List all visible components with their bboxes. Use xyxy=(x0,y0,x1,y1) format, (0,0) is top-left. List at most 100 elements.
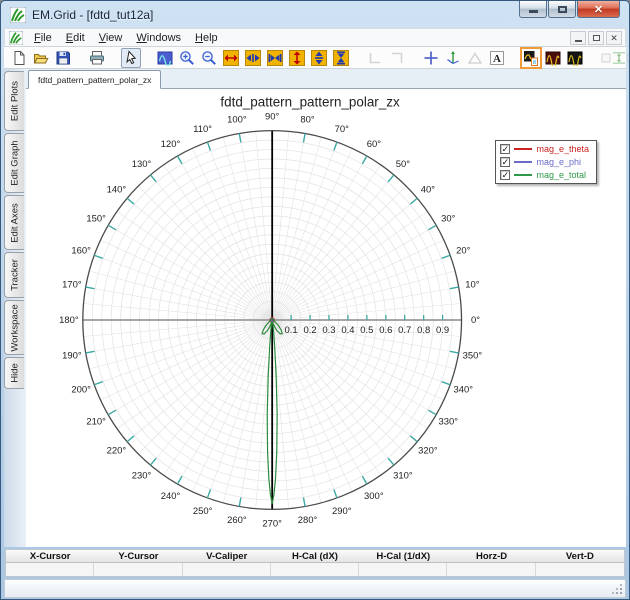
zoom-in-button[interactable] xyxy=(177,48,197,68)
angle-tick xyxy=(333,141,338,151)
mdi-restore-button[interactable] xyxy=(588,31,604,45)
angle-tick xyxy=(206,141,212,151)
zoom-in-icon xyxy=(180,50,194,65)
polar-plot-area[interactable]: 0° 10° 20° 30° 40° 50° 60° 70° 80° 90° 100° 110° 120… xyxy=(26,89,626,547)
readout-column-header: Horz-D xyxy=(475,550,508,562)
angle-label: 90° xyxy=(265,112,280,123)
radial-label: 0.1 xyxy=(285,325,298,336)
readout-column-header: Vert-D xyxy=(565,550,594,562)
stretch-y-out-button[interactable] xyxy=(309,48,329,68)
legend-line-swatch xyxy=(514,161,533,163)
sidebar-tab-strip: Edit Plots Edit Graph Edit Axes Tracker Work… xyxy=(4,69,26,547)
angle-tick xyxy=(333,489,338,499)
print-button[interactable] xyxy=(87,48,107,68)
document-tab-bar: fdtd_pattern_pattern_polar_zx xyxy=(26,69,626,89)
layers-highlight-button[interactable] xyxy=(520,46,542,69)
angle-tick xyxy=(441,254,451,259)
new-document-button[interactable] xyxy=(9,48,29,68)
angle-label: 130° xyxy=(132,159,152,170)
angle-tick xyxy=(107,409,117,416)
sidebar-tab-edit-axes[interactable]: Edit Axes xyxy=(4,195,24,250)
zoom-fit-button[interactable] xyxy=(155,48,175,68)
title-bar: EM.Grid - [fdtd_tut12a] ✕ xyxy=(4,1,626,28)
stretch-y-in-button[interactable] xyxy=(331,48,351,68)
triangle-marker-icon xyxy=(467,51,483,64)
angle-tick xyxy=(126,435,135,443)
waveform-dark-button[interactable] xyxy=(565,48,585,68)
radial-label: 0.5 xyxy=(360,325,373,336)
angle-label: 10° xyxy=(465,280,480,291)
save-file-button[interactable] xyxy=(53,48,73,68)
readout-value-cell xyxy=(94,563,183,576)
sidebar-tab-label: Workspace xyxy=(9,303,20,352)
sidebar-tab-label: Edit Axes xyxy=(9,202,20,243)
angle-tick xyxy=(149,457,157,466)
menu-item-edit[interactable]: Edit xyxy=(59,31,92,45)
new-document-icon xyxy=(14,50,25,65)
stretch-x-in-button[interactable] xyxy=(265,48,285,68)
sidebar-tab-edit-plots[interactable]: Edit Plots xyxy=(4,71,24,131)
angle-label: 290° xyxy=(332,506,352,517)
expand-y-button[interactable] xyxy=(287,48,307,68)
radial-label: 0.2 xyxy=(303,325,316,336)
minimize-button[interactable] xyxy=(519,1,547,18)
angle-tick xyxy=(361,475,368,485)
resize-grip-icon[interactable] xyxy=(620,592,622,594)
crosshair-button[interactable] xyxy=(421,48,441,68)
legend-checkbox[interactable]: ✓ xyxy=(500,157,511,167)
legend-checkbox[interactable]: ✓ xyxy=(500,170,511,180)
axes-button[interactable] xyxy=(443,48,463,68)
angle-tick xyxy=(449,350,459,354)
app-logo-icon xyxy=(9,6,27,23)
toolbar: A Layout xyxy=(4,46,629,69)
sidebar-tab-label: Tracker xyxy=(9,259,20,291)
waveform-dark-icon xyxy=(567,51,583,66)
sidebar-tab-tracker[interactable]: Tracker xyxy=(4,252,24,298)
chart-title: fdtd_pattern_pattern_polar_zx xyxy=(220,95,400,110)
triangle-marker-button xyxy=(465,48,485,68)
stretch-y-out-icon xyxy=(311,49,327,66)
legend-entry: ✓ mag_e_phi xyxy=(500,157,589,167)
angle-label: 20° xyxy=(456,245,471,256)
zoom-out-button[interactable] xyxy=(199,48,219,68)
menu-bar: File Edit View Windows Help ✕ xyxy=(4,28,626,47)
sidebar-tab-hide[interactable]: Hide xyxy=(4,357,24,389)
angle-label: 40° xyxy=(421,184,436,195)
readout-value-cell xyxy=(6,563,95,576)
menu-item-help[interactable]: Help xyxy=(188,31,225,45)
angle-tick xyxy=(107,224,117,231)
angle-tick xyxy=(238,133,242,143)
close-button[interactable]: ✕ xyxy=(577,1,620,18)
pointer-select-button[interactable] xyxy=(121,47,141,68)
sidebar-tab-edit-graph[interactable]: Edit Graph xyxy=(4,133,24,193)
angle-label: 140° xyxy=(107,184,127,195)
readout-column-header: X-Cursor xyxy=(29,550,71,562)
angle-tick xyxy=(206,489,212,499)
sidebar-tab-workspace[interactable]: Workspace xyxy=(4,300,24,355)
angle-label: 350° xyxy=(463,350,483,361)
pointer-select-icon xyxy=(126,49,137,64)
open-file-button[interactable] xyxy=(31,48,51,68)
angle-tick xyxy=(176,475,183,485)
readout-column-header: V-Caliper xyxy=(206,550,248,562)
angle-label: 250° xyxy=(193,506,213,517)
menu-item-windows[interactable]: Windows xyxy=(129,31,188,45)
radial-label: 0.4 xyxy=(341,325,354,336)
zoom-out-icon xyxy=(202,50,216,65)
expand-x-button[interactable] xyxy=(221,48,241,68)
mdi-close-button[interactable]: ✕ xyxy=(606,31,622,45)
maximize-button[interactable] xyxy=(548,1,576,18)
text-annotation-button[interactable]: A xyxy=(487,48,507,68)
document-tab[interactable]: fdtd_pattern_pattern_polar_zx xyxy=(28,70,162,89)
angle-label: 320° xyxy=(418,446,438,457)
expand-y-icon xyxy=(289,49,305,66)
mdi-minimize-button[interactable] xyxy=(570,31,586,45)
legend-checkbox[interactable]: ✓ xyxy=(500,144,511,154)
angle-tick xyxy=(387,457,395,466)
waveform-red-button[interactable] xyxy=(543,48,563,68)
stretch-x-out-button[interactable] xyxy=(243,48,263,68)
angle-label: 210° xyxy=(86,417,106,428)
readout-value-cell xyxy=(447,563,536,576)
menu-item-view[interactable]: View xyxy=(92,31,130,45)
menu-item-file[interactable]: File xyxy=(27,31,59,45)
